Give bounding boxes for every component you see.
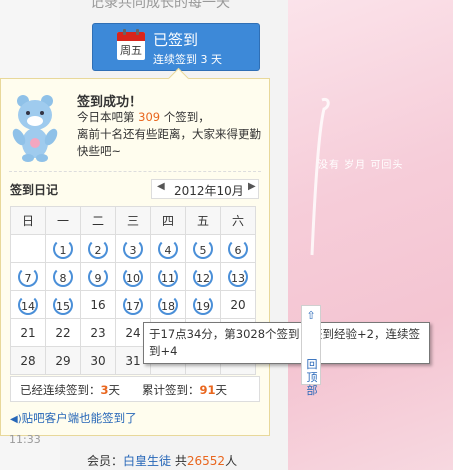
signed-day-marker: 1: [53, 238, 73, 259]
speaker-icon: ◀): [10, 414, 22, 425]
signed-day-marker: 13: [228, 266, 248, 287]
month-label: 2012年10月: [174, 184, 244, 198]
signed-day-marker: 7: [18, 266, 38, 287]
weekday-header: 一: [45, 206, 81, 235]
day-number: 29: [55, 353, 71, 368]
signed-day-marker: 18: [158, 294, 178, 315]
signed-day-marker: 15: [53, 294, 73, 315]
calendar-day-cell[interactable]: 30: [80, 346, 116, 375]
calendar-day-cell[interactable]: 13: [220, 262, 256, 291]
encourage-line-2: 快些吧~: [77, 144, 122, 158]
prev-month-icon[interactable]: ◀: [157, 181, 165, 192]
calendar-day-cell[interactable]: 5: [185, 234, 221, 263]
weekday-header: 三: [115, 206, 151, 235]
rank-number: 309: [138, 110, 161, 124]
signed-day-marker: 6: [228, 238, 248, 259]
total-stat: 累计签到：91天: [142, 383, 228, 397]
streak-subtitle: 连续签到 3 天: [153, 53, 222, 66]
calendar-icon: 周五: [117, 29, 145, 60]
divider: [9, 171, 261, 172]
weekday-header: 五: [185, 206, 221, 235]
calendar-day-cell[interactable]: 28: [10, 346, 46, 375]
calendar-day-cell[interactable]: 3: [115, 234, 151, 263]
day-number: 21: [20, 325, 36, 340]
calendar-day-cell[interactable]: 17: [115, 290, 151, 319]
arrow-up-icon: ⇧: [306, 309, 316, 322]
day-number: 16: [90, 297, 106, 312]
weekday-header: 二: [80, 206, 116, 235]
calendar-day-cell[interactable]: 11: [150, 262, 186, 291]
day-number: 31: [125, 353, 141, 368]
calendar-day-cell[interactable]: 12: [185, 262, 221, 291]
weekday-header: 六: [220, 206, 256, 235]
streak-stat: 已经连续签到：3天: [20, 383, 121, 397]
calendar-day-cell[interactable]: 6: [220, 234, 256, 263]
member-count: 26552: [186, 454, 226, 468]
back-to-top-button[interactable]: ⇧ 回顶部: [301, 305, 321, 397]
calendar-day-cell[interactable]: 10: [115, 262, 151, 291]
member-info: 会员：白皇生徒 共26552人: [87, 454, 238, 468]
forum-slogan: 记录共同成长的每一天: [90, 0, 230, 11]
calendar-day-cell: [10, 234, 46, 263]
calendar-day-cell[interactable]: 19: [185, 290, 221, 319]
calendar-day-cell[interactable]: 7: [10, 262, 46, 291]
calendar-week-row: 7 8 9 10 11 12 13: [10, 262, 256, 291]
signed-day-marker: 14: [18, 294, 38, 315]
next-month-icon[interactable]: ▶: [248, 181, 256, 192]
calendar-icon-day: 周五: [120, 44, 142, 57]
calendar-day-cell[interactable]: 21: [10, 318, 46, 347]
client-sign-link[interactable]: ◀)贴吧客户端也能签到了: [10, 410, 137, 426]
signed-day-marker: 10: [123, 266, 143, 287]
rank-line: 今日本吧第 309 个签到，: [77, 110, 210, 124]
day-number: 22: [55, 325, 71, 340]
calendar-day-cell[interactable]: 22: [45, 318, 81, 347]
calendar-day-cell[interactable]: 1: [45, 234, 81, 263]
sign-in-popup: 签到成功！ 今日本吧第 309 个签到， 离前十名还有些距离，大家来得更勤 快些…: [0, 67, 270, 436]
calendar-day-cell[interactable]: 15: [45, 290, 81, 319]
signed-day-marker: 17: [123, 294, 143, 315]
day-number: 23: [90, 325, 106, 340]
calendar-week-row: 14 15 16 17 18 19 20: [10, 290, 256, 319]
calendar-day-cell[interactable]: 18: [150, 290, 186, 319]
calendar-day-cell[interactable]: 20: [220, 290, 256, 319]
member-title-link[interactable]: 白皇生徒: [123, 454, 171, 468]
weekday-header: 四: [150, 206, 186, 235]
calendar-day-cell[interactable]: 4: [150, 234, 186, 263]
banner-caption: 没有 岁月 可回头: [318, 160, 404, 171]
calendar-day-cell[interactable]: 9: [80, 262, 116, 291]
bear-mascot-icon: [12, 95, 58, 162]
calendar-day-cell[interactable]: 23: [80, 318, 116, 347]
post-time: 11:33: [9, 433, 41, 446]
day-number: 20: [230, 297, 246, 312]
back-to-top-label: 回顶部: [306, 358, 318, 397]
encourage-line: 离前十名还有些距离，大家来得更勤: [77, 127, 261, 141]
signed-in-title: 已签到: [153, 31, 199, 49]
weekday-header: 日: [10, 206, 46, 235]
day-number: 28: [20, 353, 36, 368]
signed-day-marker: 9: [88, 266, 108, 287]
calendar-day-cell[interactable]: 16: [80, 290, 116, 319]
signed-day-marker: 19: [193, 294, 213, 315]
day-number: 24: [125, 325, 141, 340]
signed-day-marker: 11: [158, 266, 178, 287]
signed-in-button[interactable]: 周五 已签到 连续签到 3 天: [92, 23, 260, 71]
calendar-day-cell[interactable]: 29: [45, 346, 81, 375]
signed-day-marker: 3: [123, 238, 143, 259]
signed-day-marker: 2: [88, 238, 108, 259]
day-number: 30: [90, 353, 106, 368]
signed-day-marker: 12: [193, 266, 213, 287]
signed-day-marker: 4: [158, 238, 178, 259]
month-navigator: ◀ 2012年10月 ▶: [151, 179, 259, 199]
signed-day-marker: 8: [53, 266, 73, 287]
calendar-week-row: 123456: [10, 234, 256, 263]
signed-day-marker: 5: [193, 238, 213, 259]
calendar-day-cell[interactable]: 8: [45, 262, 81, 291]
day-tooltip: 于17点34分，第3028个签到，签到经验+2，连续签到+4: [143, 322, 430, 364]
calendar-label: 签到日记: [10, 183, 59, 197]
success-title: 签到成功！: [77, 95, 143, 110]
flower-stem-decoration: [310, 97, 330, 256]
calendar-day-cell[interactable]: 2: [80, 234, 116, 263]
sign-stats: 已经连续签到：3天 累计签到：91天: [10, 376, 260, 402]
calendar-day-cell[interactable]: 14: [10, 290, 46, 319]
